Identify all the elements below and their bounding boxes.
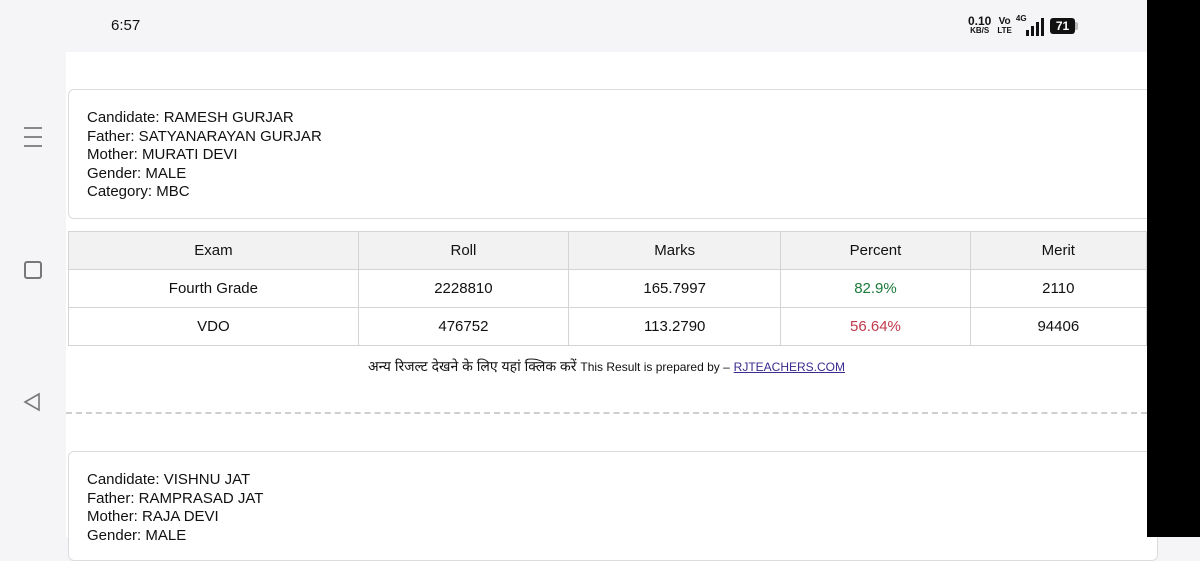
candidate-mother: Mother: RAJA DEVI	[87, 508, 219, 525]
cell-marks: 113.2790	[568, 307, 782, 346]
candidate-father: Father: SATYANARAYAN GURJAR	[87, 127, 322, 145]
signal-icon: 4G	[1015, 14, 1044, 36]
network-type: 4G	[1015, 14, 1027, 23]
back-icon[interactable]	[23, 392, 41, 412]
cell-merit: 2110	[969, 269, 1148, 308]
screen-bezel	[1147, 0, 1200, 537]
battery-level: 71	[1049, 18, 1076, 34]
volte-bottom: LTE	[997, 26, 1012, 35]
volte-top: Vo	[998, 16, 1011, 27]
net-speed: 0.10 KB/S	[968, 14, 992, 35]
prepared-by-text: This Result is prepared by –	[580, 360, 730, 374]
candidate-info: Candidate: VISHNU JAT Father: RAMPRASAD …	[87, 471, 263, 545]
candidate-name: Candidate: RAMESH GURJAR	[87, 109, 294, 126]
header-merit: Merit	[969, 231, 1148, 270]
header-marks: Marks	[568, 231, 782, 270]
cell-roll: 2228810	[357, 269, 570, 308]
net-speed-value: 0.10	[968, 14, 992, 28]
status-time: 6:57	[111, 17, 141, 34]
cell-marks: 165.7997	[568, 269, 782, 308]
candidate-info: Candidate: RAMESH GURJAR Father: SATYANA…	[87, 109, 322, 202]
table-header-row: Exam Roll Marks Percent Merit	[68, 231, 1148, 270]
cell-exam: VDO	[68, 307, 359, 346]
header-percent: Percent	[780, 231, 971, 270]
candidate-father: Father: RAMPRASAD JAT	[87, 489, 264, 507]
header-exam: Exam	[68, 231, 359, 270]
section-divider	[66, 412, 1147, 414]
results-table: Exam Roll Marks Percent Merit Fourth Gra…	[68, 231, 1148, 346]
cell-roll: 476752	[357, 307, 570, 346]
candidate-mother: Mother: MURATI DEVI	[87, 146, 238, 163]
table-row: VDO 476752 113.2790 56.64% 94406	[68, 307, 1148, 346]
header-roll: Roll	[357, 231, 570, 270]
menu-icon[interactable]	[24, 127, 42, 154]
hindi-link-text[interactable]: अन्य रिजल्ट देखने के लिए यहां क्लिक करें	[368, 358, 577, 374]
candidate-gender: Gender: MALE	[87, 526, 187, 544]
result-footer: अन्य रिजल्ट देखने के लिए यहां क्लिक करें…	[66, 357, 1147, 376]
candidate-category: Category: MBC	[87, 183, 190, 200]
table-row: Fourth Grade 2228810 165.7997 82.9% 2110	[68, 269, 1148, 308]
candidate-gender: Gender: MALE	[87, 164, 187, 182]
home-icon[interactable]	[24, 261, 42, 279]
result-page: Candidate: RAMESH GURJAR Father: SATYANA…	[66, 52, 1158, 561]
battery-icon: 71	[1049, 18, 1079, 34]
candidate-card: Candidate: RAMESH GURJAR Father: SATYANA…	[68, 89, 1158, 219]
net-speed-unit: KB/S	[970, 26, 990, 35]
candidate-card: Candidate: VISHNU JAT Father: RAMPRASAD …	[68, 451, 1158, 561]
cell-percent: 82.9%	[780, 269, 971, 308]
cell-exam: Fourth Grade	[68, 269, 359, 308]
rjteachers-link[interactable]: RJTEACHERS.COM	[734, 360, 845, 374]
candidate-name: Candidate: VISHNU JAT	[87, 471, 251, 488]
status-icons: 0.10 KB/S Vo LTE 4G 71	[968, 14, 1079, 38]
volte-indicator: Vo LTE	[997, 16, 1012, 36]
cell-merit: 94406	[969, 307, 1148, 346]
cell-percent: 56.64%	[780, 307, 971, 346]
